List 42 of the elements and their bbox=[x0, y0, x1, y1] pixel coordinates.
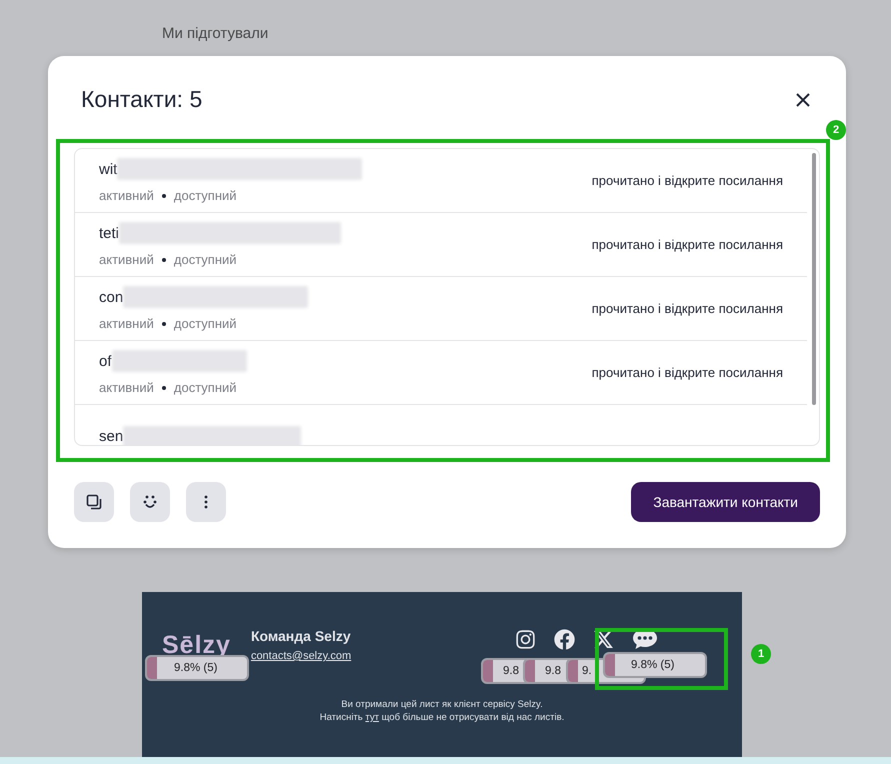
contact-activity: прочитано і відкрите посилання bbox=[592, 301, 783, 316]
more-icon bbox=[204, 495, 208, 509]
contact-email: sen bbox=[99, 428, 124, 445]
contact-status: активний bbox=[99, 380, 154, 395]
contact-availability: доступний bbox=[174, 252, 237, 267]
separator-dot bbox=[162, 322, 166, 326]
instagram-icon[interactable] bbox=[515, 628, 536, 650]
annotation-badge: 1 bbox=[751, 644, 771, 664]
contact-email: of bbox=[99, 352, 112, 370]
scrollbar[interactable] bbox=[812, 153, 816, 405]
team-name: Команда Selzy bbox=[250, 628, 352, 644]
email-link[interactable]: contacts@selzy.com bbox=[250, 650, 352, 662]
contact-activity: прочитано і відкрите посилання bbox=[592, 237, 783, 252]
contact-activity: прочитано і відкрите посилання bbox=[592, 365, 783, 380]
intro-text: Ми підготували bbox=[162, 25, 268, 42]
contact-availability: доступний bbox=[174, 380, 237, 395]
download-contacts-button[interactable]: Завантажити контакти bbox=[631, 482, 820, 522]
copy-icon bbox=[86, 494, 102, 510]
contact-availability: доступний bbox=[174, 316, 237, 331]
contact-status: активний bbox=[99, 188, 154, 203]
face-button[interactable] bbox=[130, 482, 170, 522]
contact-email: con bbox=[99, 288, 124, 306]
unsubscribe-text: Натисніть тут щоб більше не отрисувати від нас листів. bbox=[318, 711, 566, 724]
x-icon[interactable] bbox=[593, 628, 614, 650]
separator-dot bbox=[162, 258, 166, 262]
notice-text: Ви отримали цей лист як клієнт сервісу Selzy. bbox=[340, 698, 544, 711]
facebook-icon[interactable] bbox=[554, 628, 575, 650]
contact-availability: доступний bbox=[174, 188, 237, 203]
contact-email: wit bbox=[99, 160, 118, 178]
separator-dot bbox=[162, 386, 166, 390]
contact-activity: прочитано і відкрите посилання bbox=[592, 173, 783, 188]
copy-button[interactable] bbox=[74, 482, 114, 522]
close-button[interactable] bbox=[794, 90, 812, 108]
contact-email: teti bbox=[99, 224, 120, 242]
separator-dot bbox=[162, 194, 166, 198]
click-stat-tag: 9.8% (5) bbox=[603, 652, 707, 678]
contact-status: активний bbox=[99, 316, 154, 331]
unsubscribe-link[interactable]: тут bbox=[365, 712, 379, 723]
click-stat-tag: 9.8% (5) bbox=[145, 655, 249, 681]
face-icon bbox=[142, 494, 158, 510]
contact-status: активний bbox=[99, 252, 154, 267]
dialog-title: Контакти: 5 bbox=[81, 86, 202, 113]
